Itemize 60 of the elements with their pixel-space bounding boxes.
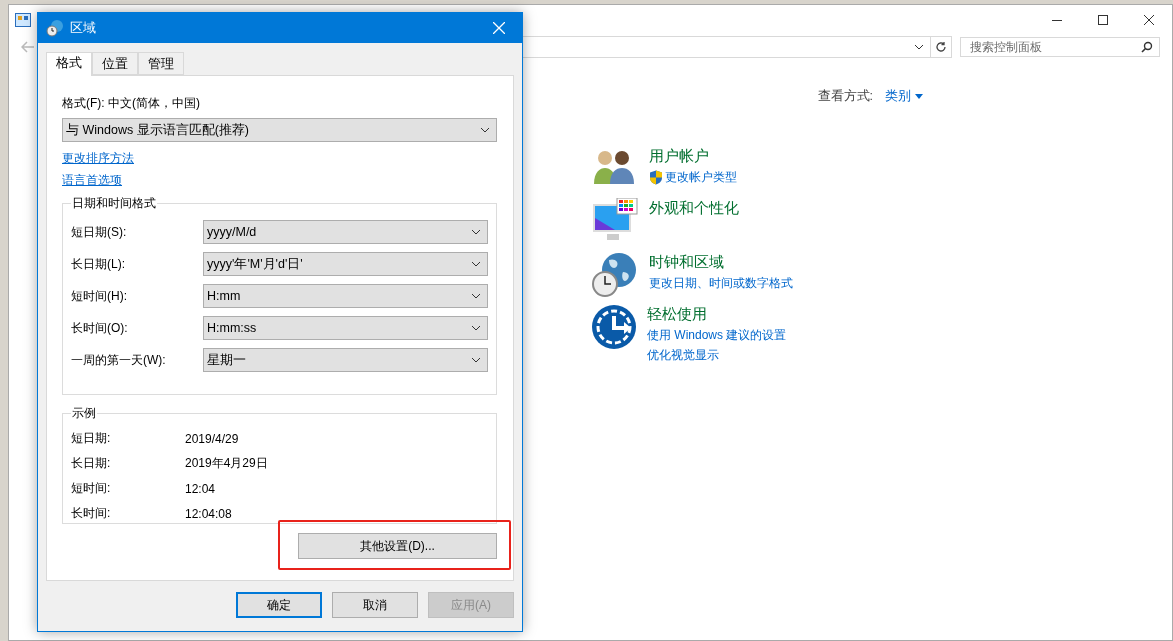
- chevron-down-icon: [471, 229, 481, 235]
- format-dropdown[interactable]: yyyy'年'M'月'd'日': [203, 252, 488, 276]
- example-value: 2019年4月29日: [185, 455, 268, 472]
- link[interactable]: 语言首选项: [62, 172, 122, 189]
- format-dropdown[interactable]: 星期一: [203, 348, 488, 372]
- category-link[interactable]: 时钟和区域: [649, 253, 793, 272]
- other-settings-button[interactable]: 其他设置(D)...: [298, 533, 497, 559]
- field-label: 短日期(S):: [71, 223, 127, 241]
- task-link[interactable]: 使用 Windows 建议的设置: [647, 327, 787, 344]
- globe-clock-icon: [46, 19, 64, 37]
- format-dropdown[interactable]: H:mm:ss: [203, 316, 488, 340]
- example-value: 12:04: [185, 481, 216, 496]
- tab[interactable]: 格式: [46, 52, 92, 76]
- group-title: 日期和时间格式: [71, 195, 157, 212]
- example-value: 12:04:08: [185, 506, 232, 521]
- task-link[interactable]: 更改日期、时间或数字格式: [649, 275, 793, 292]
- view-by-dropdown[interactable]: 类别: [885, 88, 923, 105]
- refresh-icon: [935, 41, 947, 53]
- maximize-icon: [1098, 15, 1108, 25]
- search-field[interactable]: 搜索控制面板: [960, 37, 1160, 57]
- link[interactable]: 更改排序方法: [62, 150, 134, 167]
- ease-of-access-icon: [591, 304, 637, 350]
- dialog-button[interactable]: 取消: [332, 592, 418, 618]
- tab[interactable]: 位置: [92, 52, 138, 75]
- category-link[interactable]: 轻松使用: [647, 305, 787, 324]
- category-link[interactable]: 用户帐户: [649, 147, 737, 166]
- globe-clock-icon: [591, 252, 639, 298]
- format-dropdown[interactable]: yyyy/M/d: [203, 220, 488, 244]
- category-link[interactable]: 外观和个性化: [649, 199, 739, 218]
- dropdown-chevron-icon: [914, 44, 924, 50]
- format-dropdown[interactable]: 与 Windows 显示语言匹配(推荐): [62, 118, 497, 142]
- close-icon: [493, 22, 505, 34]
- view-by-label: 查看方式:: [817, 88, 873, 105]
- control-panel-icon: [15, 13, 31, 27]
- example-label: 长日期:: [71, 455, 112, 472]
- task-link[interactable]: 更改帐户类型: [649, 169, 737, 186]
- example-value: 2019/4/29: [185, 431, 239, 446]
- field-label: 短时间(H):: [71, 287, 127, 305]
- task-link[interactable]: 优化视觉显示: [647, 347, 787, 364]
- minimize-icon: [1052, 19, 1062, 21]
- chevron-down-icon: [471, 293, 481, 299]
- group-title: 示例: [71, 405, 97, 422]
- tab[interactable]: 管理: [138, 52, 184, 75]
- caret-down-icon: [915, 94, 923, 99]
- field-label: 长时间(O):: [71, 319, 128, 337]
- chevron-down-icon: [471, 325, 481, 331]
- example-label: 长时间:: [71, 505, 112, 522]
- field-label: 长日期(L):: [71, 255, 125, 273]
- chevron-down-icon: [480, 127, 490, 133]
- format-dropdown[interactable]: H:mm: [203, 284, 488, 308]
- chevron-down-icon: [471, 261, 481, 267]
- search-icon: [1141, 41, 1153, 53]
- dialog-title: 区域: [70, 19, 96, 37]
- field-label: 一周的第一天(W):: [71, 351, 166, 369]
- close-icon: [1144, 15, 1154, 25]
- example-label: 短日期:: [71, 430, 112, 447]
- example-label: 短时间:: [71, 480, 112, 497]
- chevron-down-icon: [471, 357, 481, 363]
- dialog-button[interactable]: 确定: [236, 592, 322, 618]
- format-label: 格式(F): 中文(简体，中国): [62, 95, 201, 112]
